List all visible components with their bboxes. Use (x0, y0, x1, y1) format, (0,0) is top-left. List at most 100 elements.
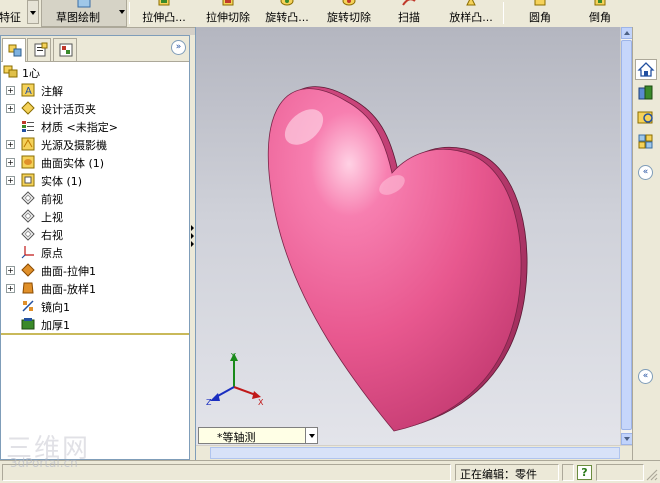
extrude-boss-icon (158, 0, 170, 6)
origin-icon (21, 245, 35, 259)
features-dropdown-arrow[interactable] (27, 0, 39, 24)
material-icon (21, 119, 35, 133)
tree-item[interactable]: 原点 (1, 243, 189, 261)
design-binder-icon (21, 101, 35, 115)
collapse-panel-button[interactable]: » (171, 40, 186, 55)
revolve-cut-label: 旋转切除 (327, 11, 371, 24)
loft-boss-icon (466, 0, 476, 6)
sweep-button[interactable]: 扫描 (392, 0, 426, 27)
fillet-button[interactable]: 圆角 (520, 0, 560, 27)
revolve-boss-icon (280, 0, 294, 6)
triad-x-label: X (258, 398, 264, 407)
task-pane-tabs: « « (632, 27, 660, 460)
expand-toggle-icon[interactable]: + (6, 284, 15, 293)
command-manager-toolbar: 特征 草图绘制 拉伸凸... 拉伸切除 旋转凸... 旋转切除 扫描 放样凸..… (0, 0, 660, 28)
sketch-icon (77, 0, 91, 8)
sketch-dropdown-arrow[interactable] (117, 0, 127, 24)
tree-item[interactable]: 材质 <未指定> (1, 117, 189, 135)
tree-item[interactable]: + 曲面-拉伸1 (1, 261, 189, 279)
tree-item[interactable]: 加厚1 (1, 315, 189, 333)
expand-toggle-icon[interactable]: + (6, 176, 15, 185)
extrude-boss-button[interactable]: 拉伸凸... (133, 0, 195, 27)
tree-item-label: 设计活页夹 (41, 103, 96, 116)
solid-bodies-icon (21, 173, 35, 187)
configuration-manager-icon (58, 42, 74, 61)
revolve-boss-label: 旋转凸... (265, 11, 309, 24)
task-pane-expand-button[interactable]: « (638, 369, 653, 384)
watermark-site-text: 3dPortal.cn (10, 456, 78, 470)
expand-toggle-icon[interactable]: + (6, 140, 15, 149)
surface-bodies-icon (21, 155, 35, 169)
features-tab-button[interactable]: 特征 (0, 0, 26, 27)
tree-rollback-bar[interactable] (1, 333, 189, 335)
part-icon (3, 65, 18, 79)
help-button[interactable]: ? (577, 465, 592, 480)
horizontal-scroll-thumb[interactable] (210, 447, 620, 459)
tree-item[interactable]: + 曲面-放样1 (1, 279, 189, 297)
task-pane-design-library-button[interactable] (635, 83, 657, 104)
surface-extrude-icon (21, 263, 35, 277)
tree-item-label: 前视 (41, 193, 63, 206)
extrude-cut-icon (222, 0, 234, 6)
tree-item-label: 加厚1 (41, 319, 70, 332)
tree-item[interactable]: + 曲面实体 (1) (1, 153, 189, 171)
chamfer-label: 倒角 (589, 11, 611, 24)
tree-item-label: 上视 (41, 211, 63, 224)
view-palette-icon (638, 134, 653, 149)
chevron-down-icon[interactable] (305, 428, 317, 443)
expand-toggle-icon[interactable]: + (6, 266, 15, 275)
mirror-icon (21, 299, 35, 313)
feature-manager-icon (7, 42, 23, 61)
toolbar-divider (129, 2, 130, 24)
tree-item[interactable]: 镜向1 (1, 297, 189, 315)
tree-item-label: 原点 (41, 247, 63, 260)
tree-item[interactable]: + 实体 (1) (1, 171, 189, 189)
home-icon (637, 62, 655, 77)
tree-item[interactable]: + 光源及摄影機 (1, 135, 189, 153)
editing-status-cell: 正在编辑：零件 (455, 464, 559, 481)
expand-toggle-icon[interactable]: + (6, 158, 15, 167)
tree-item-label: 实体 (1) (41, 175, 83, 188)
vertical-scroll-thumb[interactable] (621, 40, 632, 430)
view-orientation-dropdown[interactable]: *等轴测 (198, 427, 318, 444)
tree-item-label: 曲面-拉伸1 (41, 265, 96, 278)
task-pane-file-explorer-button[interactable] (635, 107, 657, 128)
expand-toggle-icon[interactable]: + (6, 86, 15, 95)
vertical-scrollbar[interactable] (620, 27, 633, 445)
editing-status-text: 正在编辑：零件 (460, 468, 537, 481)
task-pane-view-palette-button[interactable] (635, 131, 657, 152)
revolve-cut-button[interactable]: 旋转切除 (322, 0, 376, 27)
resize-grip-icon[interactable] (646, 469, 658, 481)
tree-item[interactable]: 前视 (1, 189, 189, 207)
tree-item[interactable]: + 设计活页夹 (1, 99, 189, 117)
task-pane-collapse-button[interactable]: « (638, 165, 653, 180)
tree-item[interactable]: + A 注解 (1, 81, 189, 99)
plane-icon (21, 227, 35, 241)
revolve-boss-button[interactable]: 旋转凸... (258, 0, 316, 27)
graphics-area[interactable]: Y X Z *等轴测 (196, 27, 620, 445)
annotations-icon: A (21, 83, 35, 97)
tree-item[interactable]: 上视 (1, 207, 189, 225)
chamfer-button[interactable]: 倒角 (580, 0, 620, 27)
tree-root[interactable]: 1心 (1, 63, 189, 81)
fillet-label: 圆角 (529, 11, 551, 24)
sweep-icon (402, 0, 416, 6)
status-spacer-cell (562, 464, 574, 481)
tab-configuration-manager[interactable] (53, 38, 77, 61)
extrude-cut-label: 拉伸切除 (206, 11, 250, 24)
extrude-boss-label: 拉伸凸... (142, 11, 186, 24)
expand-toggle-icon[interactable]: + (6, 104, 15, 113)
tab-feature-manager[interactable] (2, 38, 26, 62)
tab-property-manager[interactable] (27, 38, 51, 61)
design-library-icon (638, 85, 653, 100)
loft-boss-button[interactable]: 放样凸... (440, 0, 502, 27)
horizontal-scrollbar[interactable] (196, 445, 632, 460)
sketch-tab-button[interactable]: 草图绘制 (41, 0, 127, 27)
extrude-cut-button[interactable]: 拉伸切除 (200, 0, 256, 27)
feature-tree: 1心 + A 注解 + 设计活页夹 材质 <未指定> + 光源及摄影機 + 曲面实体 (1) + 实体… (1, 63, 189, 333)
property-manager-icon (32, 42, 48, 61)
plane-icon (21, 191, 35, 205)
triad-z-label: Z (206, 398, 212, 407)
tree-item[interactable]: 右视 (1, 225, 189, 243)
task-pane-home-button[interactable] (635, 59, 657, 80)
